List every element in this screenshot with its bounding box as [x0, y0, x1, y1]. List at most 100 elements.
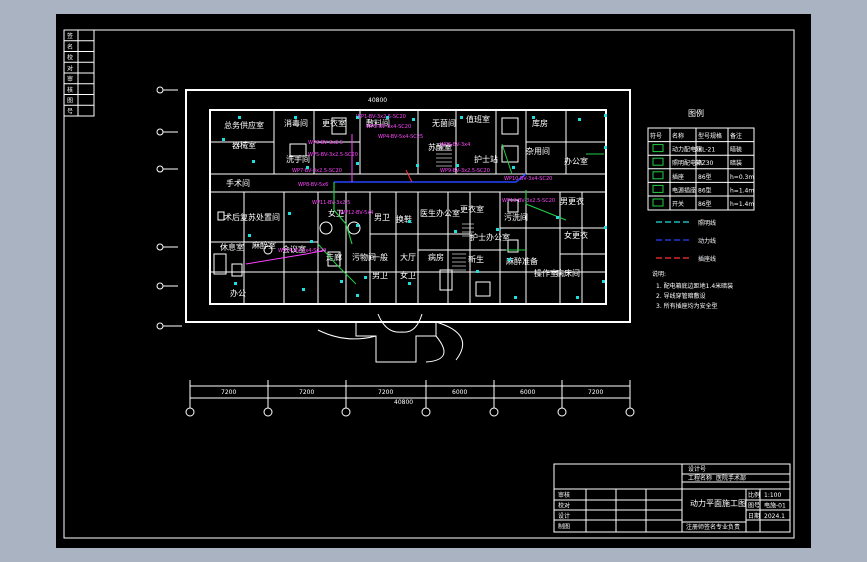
tb-meta-label: 图号 [748, 503, 760, 510]
tb-row-label: 设计 [558, 512, 570, 520]
tb-project-name: 医院手术部 [716, 474, 746, 482]
circuit-labels: WP1-BV-3x2.5-SC20 WP2-BV-3x4-SC20 WP3-BV-3… [278, 114, 555, 254]
legend-cell: 型号规格 [698, 132, 722, 140]
legend-cell: 开关 [672, 200, 684, 208]
circuit-label: WP2-BV-3x4-SC20 [366, 124, 411, 130]
legend-cell: 86型 [698, 173, 712, 181]
strip-label: 校 [67, 54, 73, 62]
tb-meta-label: 比例 [748, 491, 760, 499]
floor-plan: 签名校对审核图号 总务供应室 消毒间器械室更衣室洗手间敷料间 无菌间苏醒室值班室… [63, 29, 795, 539]
dimension-label: 7200 [588, 389, 603, 396]
room-label: 护士办公室 [470, 232, 510, 242]
drawing-title: 动力平面施工图 [690, 498, 746, 508]
legend-cell: 符号 [650, 132, 662, 140]
circuit-label: WP5-BV-3x2.5-SC20 [308, 152, 358, 158]
equipment-mark [238, 116, 241, 119]
tb-meta-value: 2024.1 [764, 513, 785, 520]
room-label: 总务供应室 [224, 120, 264, 130]
circuit-label: WP11-BV-3x2.5 [312, 200, 350, 206]
equipment-mark [604, 226, 607, 229]
strip-label: 对 [67, 64, 73, 72]
equipment-mark [340, 280, 343, 283]
room-label: 办公室 [564, 156, 588, 166]
room-label: 处置间 [256, 212, 280, 222]
legend-cell: XL-21 [698, 147, 715, 154]
row-axis-bubble [156, 243, 164, 251]
equipment-mark [532, 116, 535, 119]
equipment-mark [234, 282, 237, 285]
legend-title: 图例 [688, 108, 704, 118]
tb-row-label: 审核 [558, 491, 570, 499]
room-label: 女卫 [400, 270, 416, 280]
equipment-mark [248, 234, 251, 237]
equipment-mark [496, 228, 499, 231]
room-label: 一般 [372, 252, 388, 262]
legend-cell: PZ30 [698, 160, 714, 167]
room-label: 大厅 [400, 252, 416, 262]
equipment-mark [512, 166, 515, 169]
equipment-mark [412, 118, 415, 121]
legend-cell: h=1.4m [730, 187, 754, 194]
row-axes [156, 86, 182, 330]
dimension-label: 7200 [378, 389, 393, 396]
room-label: 无菌间 [432, 118, 456, 128]
equipment-mark [222, 138, 225, 141]
equipment-mark [386, 116, 389, 119]
dimension-label: 6000 [452, 389, 467, 396]
column-axis-bubble [557, 407, 567, 417]
strip-label: 名 [67, 43, 73, 51]
room-label: 术后复苏 [224, 212, 256, 222]
equipment-mark [356, 116, 359, 119]
column-axis-bubble [489, 407, 499, 417]
circuit-label: WP3-BV-3x2.5 [308, 140, 343, 146]
legend-cell: h=1.4m [730, 201, 754, 208]
tb-meta-value: 电施-01 [764, 502, 786, 510]
tb-top-left: 设计号 [688, 465, 706, 473]
room-label: 男卫 [372, 271, 388, 280]
strip-label: 签 [67, 32, 73, 40]
strip-label: 审 [67, 75, 73, 83]
equipment-mark [306, 166, 309, 169]
room-label: 更衣室 [322, 118, 346, 128]
equipment-mark [556, 216, 559, 219]
drawing-viewport: 签名校对审核图号 总务供应室 消毒间 器械室 更衣室 洗手间 敷料间 无菌间 苏… [56, 14, 811, 548]
dimension-chain [190, 385, 630, 399]
room-label: 值班室 [466, 114, 490, 124]
dimension-label: 7200 [221, 389, 236, 396]
room-label: 库房 [532, 118, 548, 128]
room-label: 消毒间 [284, 118, 308, 128]
legend-cell: h=0.3m [730, 174, 754, 181]
legend-cell: 备注 [730, 132, 742, 140]
equipment-mark [408, 282, 411, 285]
room-label: 办公 [230, 288, 246, 298]
building [185, 89, 631, 363]
legend-cell: 暗装 [730, 146, 742, 154]
room-label: 男更衣 [560, 196, 584, 206]
legend-cell: 名称 [672, 132, 684, 140]
column-axis-bubble [185, 407, 195, 417]
column-axis-bubble [263, 407, 273, 417]
circuit-label: WP1-BV-3x2.5-SC20 [356, 114, 406, 120]
circuit-label: WP14-BV-3x4-SC20 [278, 248, 326, 254]
equipment-mark [310, 240, 313, 243]
equipment-mark [294, 116, 297, 119]
legend-line-label: 动力线 [698, 237, 716, 245]
equipment-mark [356, 294, 359, 297]
equipment-mark [514, 296, 517, 299]
legend-cell: 86型 [698, 200, 712, 208]
tb-meta-value: 1:100 [764, 492, 781, 499]
circuit-label: WP10-BV-3x4-SC20 [504, 176, 552, 182]
circuit-label: WP12-BV-5x4 [340, 210, 373, 216]
equipment-mark [576, 296, 579, 299]
circuit-label: WP8-BV-5x6 [298, 182, 328, 188]
room-label: 手术间 [226, 178, 250, 188]
row-axis-bubble [156, 86, 164, 94]
legend-cell: 暗装 [730, 159, 742, 167]
tb-meta-label: 日期 [748, 512, 760, 520]
room-label: 洗手间 [286, 154, 310, 164]
room-label: 医生办公室 [420, 208, 460, 218]
room-label: 污洗间 [504, 212, 528, 222]
top-dimension: 40800 [368, 97, 387, 104]
room-label: 走廊 [326, 252, 342, 262]
tb-row-label: 校对 [558, 502, 570, 510]
